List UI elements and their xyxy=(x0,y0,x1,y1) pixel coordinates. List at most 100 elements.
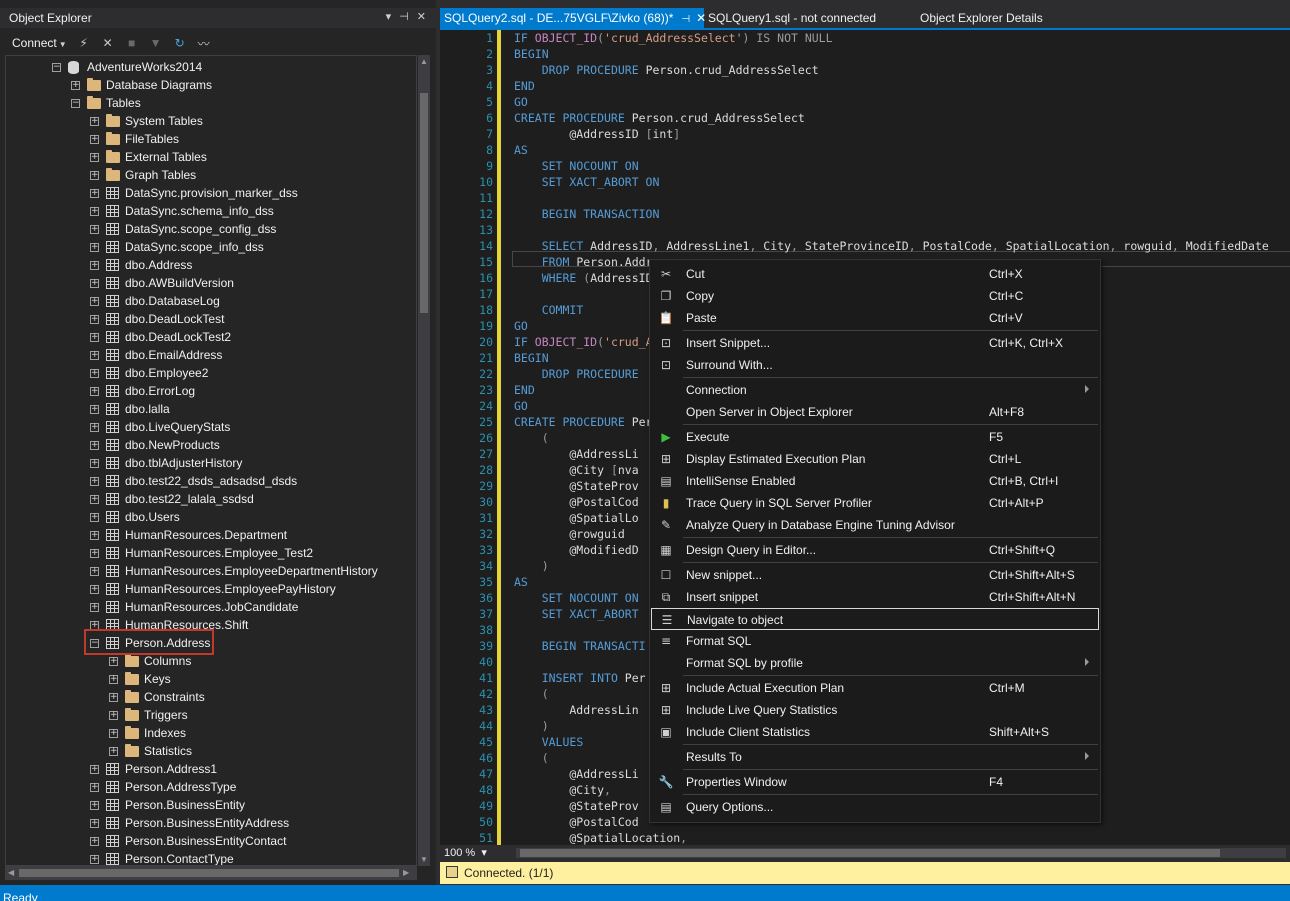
tree-node[interactable]: + DataSync.provision_marker_dss xyxy=(90,184,298,202)
menu-item-cut[interactable]: ✂ Cut Ctrl+X xyxy=(651,263,1099,285)
code-line[interactable]: @City [nva xyxy=(514,462,638,478)
expand-icon[interactable]: + xyxy=(90,152,99,162)
code-line[interactable]: SET NOCOUNT ON xyxy=(514,590,639,606)
code-line[interactable]: @AddressID [int] xyxy=(514,126,680,142)
menu-item-properties-window[interactable]: 🔧 Properties Window F4 xyxy=(651,771,1099,793)
tree-node[interactable]: + dbo.DatabaseLog xyxy=(90,292,220,310)
menu-item-trace-query-in-sql-server-profiler[interactable]: ▮ Trace Query in SQL Server Profiler Ctrl+… xyxy=(651,492,1099,514)
menu-item-include-client-statistics[interactable]: ▣ Include Client Statistics Shift+Alt+S xyxy=(651,721,1099,743)
tab-object-explorer-details[interactable]: Object Explorer Details xyxy=(916,8,1047,28)
expand-icon[interactable]: + xyxy=(71,80,80,90)
menu-item-copy[interactable]: ❐ Copy Ctrl+C xyxy=(651,285,1099,307)
scroll-right-icon[interactable]: ▶ xyxy=(403,868,409,877)
expand-icon[interactable]: + xyxy=(90,566,99,576)
tree-node[interactable]: + HumanResources.Department xyxy=(90,526,287,544)
expand-icon[interactable]: + xyxy=(90,548,99,558)
collapse-icon[interactable]: − xyxy=(71,98,80,108)
code-line[interactable]: ) xyxy=(514,558,549,574)
code-line[interactable]: SET XACT_ABORT ON xyxy=(514,174,660,190)
code-line[interactable]: COMMIT xyxy=(514,302,584,318)
tree-node[interactable]: + DataSync.scope_config_dss xyxy=(90,220,276,238)
menu-item-format-sql[interactable]: ≡ Format SQL xyxy=(651,630,1099,652)
tree-node[interactable]: + dbo.DeadLockTest xyxy=(90,310,224,328)
disconnect-icon[interactable]: ✕ xyxy=(101,36,115,50)
code-line[interactable]: @StateProv xyxy=(514,478,638,494)
tree-node[interactable]: + dbo.Employee2 xyxy=(90,364,208,382)
code-line[interactable]: WHERE (AddressID xyxy=(514,270,653,286)
code-line[interactable]: SET XACT_ABORT xyxy=(514,606,639,622)
expand-icon[interactable]: + xyxy=(90,314,99,324)
tree-node[interactable]: + dbo.NewProducts xyxy=(90,436,220,454)
menu-item-open-server-in-object-explorer[interactable]: Open Server in Object Explorer Alt+F8 xyxy=(651,401,1099,423)
code-line[interactable]: END xyxy=(514,78,535,94)
expand-icon[interactable]: + xyxy=(90,512,99,522)
pin-icon[interactable]: ⊣ xyxy=(399,10,409,23)
code-line[interactable]: ( xyxy=(514,686,549,702)
menu-item-insert-snippet[interactable]: ⧉ Insert snippet Ctrl+Shift+Alt+N xyxy=(651,586,1099,608)
code-line[interactable]: @rowguid xyxy=(514,526,624,542)
tree-node[interactable]: + Person.BusinessEntity xyxy=(90,796,245,814)
expand-icon[interactable]: + xyxy=(109,692,118,702)
tree-node[interactable]: + dbo.Users xyxy=(90,508,180,526)
expand-icon[interactable]: + xyxy=(109,710,118,720)
tree-node[interactable]: + Graph Tables xyxy=(90,166,196,184)
expand-icon[interactable]: + xyxy=(90,188,99,198)
code-line[interactable]: BEGIN TRANSACTI xyxy=(514,638,646,654)
menu-item-execute[interactable]: ▶ Execute F5 xyxy=(651,426,1099,448)
expand-icon[interactable]: + xyxy=(90,836,99,846)
scroll-up-icon[interactable]: ▲ xyxy=(420,57,428,66)
expand-icon[interactable]: + xyxy=(109,674,118,684)
expand-icon[interactable]: + xyxy=(109,746,118,756)
tree-node[interactable]: + Triggers xyxy=(109,706,188,724)
tree-node[interactable]: + Constraints xyxy=(109,688,205,706)
tree-node[interactable]: + dbo.DeadLockTest2 xyxy=(90,328,231,346)
code-line[interactable]: DROP PROCEDURE xyxy=(514,366,639,382)
tree-node[interactable]: + dbo.test22_dsds_adsadsd_dsds xyxy=(90,472,297,490)
menu-item-navigate-to-object[interactable]: ☰ Navigate to object xyxy=(651,608,1099,630)
tree-vertical-scroll-thumb[interactable] xyxy=(420,93,428,313)
code-line[interactable]: BEGIN xyxy=(514,350,549,366)
menu-item-analyze-query-in-database-engine-tuning-advisor[interactable]: ✎ Analyze Query in Database Engine Tuning… xyxy=(651,514,1099,536)
editor-horizontal-scrollbar[interactable] xyxy=(516,848,1286,858)
code-line[interactable]: SET NOCOUNT ON xyxy=(514,158,639,174)
tree-node[interactable]: + dbo.test22_lalala_ssdsd xyxy=(90,490,254,508)
pin-icon[interactable]: ⊣ xyxy=(681,14,690,25)
code-line[interactable]: ( xyxy=(514,430,549,446)
expand-icon[interactable]: + xyxy=(90,458,99,468)
code-line[interactable]: IF OBJECT_ID('crud_AddressSelect') IS NO… xyxy=(514,30,833,46)
menu-item-format-sql-by-profile[interactable]: Format SQL by profile xyxy=(651,652,1099,674)
expand-icon[interactable]: + xyxy=(90,134,99,144)
tree-node[interactable]: + dbo.Address xyxy=(90,256,192,274)
menu-item-include-actual-execution-plan[interactable]: ⊞ Include Actual Execution Plan Ctrl+M xyxy=(651,677,1099,699)
menu-item-design-query-in-editor[interactable]: ▦ Design Query in Editor... Ctrl+Shift+Q xyxy=(651,539,1099,561)
expand-icon[interactable]: + xyxy=(90,350,99,360)
tree-node[interactable]: + FileTables xyxy=(90,130,179,148)
code-line[interactable]: @ModifiedD xyxy=(514,542,638,558)
tree-node[interactable]: + DataSync.schema_info_dss xyxy=(90,202,274,220)
expand-icon[interactable]: + xyxy=(90,440,99,450)
activity-monitor-icon[interactable]: 〰 xyxy=(197,36,211,51)
code-line[interactable]: @City, xyxy=(514,782,611,798)
expand-icon[interactable]: + xyxy=(90,800,99,810)
code-line[interactable]: @PostalCod xyxy=(514,494,638,510)
tree-node[interactable]: + HumanResources.Employee_Test2 xyxy=(90,544,313,562)
close-icon[interactable]: ✕ xyxy=(417,10,426,23)
tab-sqlquery1[interactable]: SQLQuery1.sql - not connected xyxy=(704,8,880,28)
expand-icon[interactable]: + xyxy=(109,656,118,666)
code-line[interactable]: AS xyxy=(514,142,528,158)
code-line[interactable]: GO xyxy=(514,318,528,334)
expand-icon[interactable]: + xyxy=(90,422,99,432)
expand-icon[interactable]: + xyxy=(109,728,118,738)
code-line[interactable]: BEGIN TRANSACTION xyxy=(514,206,660,222)
expand-icon[interactable]: + xyxy=(90,584,99,594)
code-line[interactable]: VALUES xyxy=(514,734,584,750)
connect-button[interactable]: Connect ▼ xyxy=(12,36,67,50)
tree-node[interactable]: + Keys xyxy=(109,670,171,688)
tree-node[interactable]: + Person.AddressType xyxy=(90,778,236,796)
tree-node[interactable]: + dbo.LiveQueryStats xyxy=(90,418,230,436)
tree-node[interactable]: + Person.BusinessEntityContact xyxy=(90,832,286,850)
menu-item-results-to[interactable]: Results To xyxy=(651,746,1099,768)
code-line[interactable]: CREATE PROCEDURE Pers xyxy=(514,414,659,430)
expand-icon[interactable]: + xyxy=(90,494,99,504)
tree-node[interactable]: + Database Diagrams xyxy=(71,76,212,94)
